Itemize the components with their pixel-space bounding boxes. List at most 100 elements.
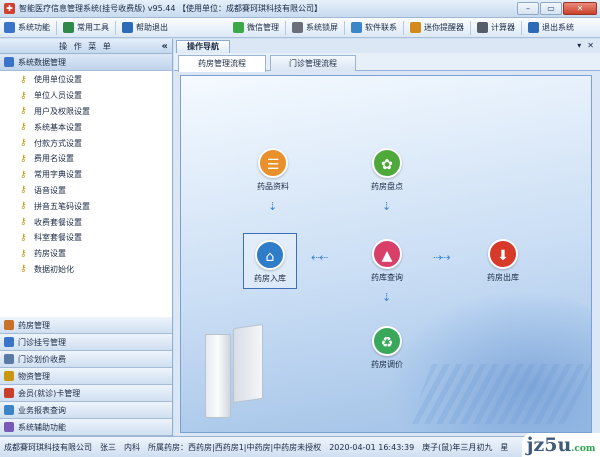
software-button[interactable]: 软件联系: [347, 19, 401, 37]
sidebar-section-list: 药房管理 门诊挂号管理 门诊划价收费 物资管理会员(就诊)卡管理 业务报表查询系统辅助功…: [0, 317, 172, 436]
watermark-text: jz5u: [526, 434, 572, 456]
recycle-icon: ♻: [372, 326, 402, 356]
toolbar-right-group: 微信管理 系统锁屏 软件联系 迷你提醒器 计算器 退出系统: [229, 19, 578, 37]
maximize-button[interactable]: ▭: [540, 2, 562, 15]
download-icon: ⬇: [488, 239, 518, 269]
sidebar-item[interactable]: ⚷ 用户及权限设置: [0, 104, 172, 120]
sidebar-item-label: 拼音五笔码设置: [34, 201, 90, 211]
flow-canvas: ☰ 药品资料 ✿ 药房盘点 ⌂ 药房入库 ▲ 药库查询 ⬇ 药房出库 ♻ 药房调…: [180, 75, 592, 433]
toolbar-label: 迷你提醒器: [424, 23, 464, 32]
wechat-icon: [233, 22, 244, 33]
node-label: 药房盘点: [371, 182, 403, 191]
sidebar-item[interactable]: ⚷ 单位人员设置: [0, 88, 172, 104]
key-icon: ⚷: [20, 185, 27, 196]
sidebar-section-label: 系统数据管理: [18, 57, 66, 67]
sidebar-header: 操 作 菜 单 «: [0, 39, 172, 54]
status-company: 成都賽珂琪科技有限公司: [4, 442, 92, 452]
flow-node-drug-info[interactable]: ☰ 药品资料: [243, 148, 303, 192]
sidebar-section[interactable]: 会员(就诊)卡管理: [0, 385, 172, 402]
sidebar-item[interactable]: ⚷ 数据初始化: [0, 262, 172, 278]
sidebar-item-label: 科室套餐设置: [34, 233, 82, 243]
toolbar-separator: [521, 20, 522, 35]
sidebar-section-system-data[interactable]: 系统数据管理: [0, 54, 172, 71]
sidebar-section[interactable]: 药房管理: [0, 317, 172, 334]
sidebar-item-label: 数据初始化: [34, 264, 74, 274]
key-icon: ⚷: [20, 248, 27, 259]
minimize-button[interactable]: –: [517, 2, 539, 15]
sidebar-item[interactable]: ⚷ 费用名设置: [0, 151, 172, 167]
sidebar-item[interactable]: ⚷ 收费套餐设置: [0, 214, 172, 230]
contact-icon: [351, 22, 362, 33]
flow-node-transfer[interactable]: ♻ 药房调价: [357, 326, 417, 370]
main-toolbar: 系统功能 常用工具 帮助退出 微信管理 系统锁屏 软件联系 迷你提醒器 计算器 退出系统: [0, 18, 600, 38]
sidebar-item-label: 用户及权限设置: [34, 106, 90, 116]
computer-illustration: [205, 323, 263, 421]
tab-operation-guide[interactable]: 操作导航: [176, 40, 230, 53]
sidebar-item-list: ⚷ 使用单位设置 ⚷ 单位人员设置 ⚷ 用户及权限设置 ⚷ 系统基本设置 ⚷ 付款方式设置 ⚷ 费用名…: [0, 71, 172, 277]
reminder-icon: [410, 22, 421, 33]
sidebar-section-label: 业务报表查询: [18, 405, 66, 415]
exit-button[interactable]: 退出系统: [524, 19, 578, 37]
flow-tab-strip: 药房管理流程 门诊管理流程: [174, 53, 600, 72]
flow-node-stock-in[interactable]: ⌂ 药房入库: [243, 233, 297, 289]
calculator-icon: [477, 22, 488, 33]
sidebar-item[interactable]: ⚷ 付款方式设置: [0, 135, 172, 151]
watermark-suffix: .com: [571, 444, 596, 454]
panel-menu-button[interactable]: ▾: [577, 41, 581, 50]
sidebar-section-label: 会员(就诊)卡管理: [18, 388, 81, 398]
key-icon: ⚷: [20, 169, 27, 180]
common-tools-button[interactable]: 常用工具: [59, 19, 113, 37]
sidebar-section[interactable]: 业务报表查询: [0, 402, 172, 419]
calculator-button[interactable]: 计算器: [473, 19, 519, 37]
key-icon: ⚷: [20, 122, 27, 133]
arrow-down-icon: ⇣: [268, 200, 277, 213]
tab-pharmacy-flow[interactable]: 药房管理流程: [178, 55, 266, 72]
node-label: 药房调价: [371, 360, 403, 369]
status-weekday: 星: [500, 442, 509, 452]
sidebar-item-label: 语音设置: [34, 185, 66, 195]
sidebar-item[interactable]: ⚷ 拼音五笔码设置: [0, 198, 172, 214]
status-dept: 内科: [124, 442, 140, 452]
sidebar-section[interactable]: 门诊挂号管理: [0, 334, 172, 351]
system-function-button[interactable]: 系统功能: [0, 19, 54, 37]
node-label: 药房入库: [254, 274, 286, 283]
flow-node-stock-query[interactable]: ▲ 药库查询: [357, 239, 417, 283]
chart-icon: ▲: [372, 239, 402, 269]
toolbar-label: 软件联系: [365, 23, 397, 32]
sidebar-item[interactable]: ⚷ 科室套餐设置: [0, 230, 172, 246]
sidebar-section[interactable]: 系统辅助功能: [0, 419, 172, 436]
arrow-left-icon: ⇠⇠: [311, 251, 328, 264]
lock-icon: [292, 22, 303, 33]
section-icon: [4, 405, 14, 415]
sidebar: 操 作 菜 单 « 系统数据管理 ⚷ 使用单位设置 ⚷ 单位人员设置 ⚷ 用户及权限设置 ⚷…: [0, 39, 173, 436]
tab-clinic-flow[interactable]: 门诊管理流程: [270, 55, 356, 71]
sidebar-item[interactable]: ⚷ 语音设置: [0, 183, 172, 199]
key-icon: ⚷: [20, 138, 27, 149]
help-exit-button[interactable]: 帮助退出: [118, 19, 172, 37]
section-icon: [4, 371, 14, 381]
status-pharmacy: 所属药房：西药房|西药房1|中药房|中药房未授权: [148, 442, 322, 452]
sidebar-item[interactable]: ⚷ 系统基本设置: [0, 119, 172, 135]
wheel-icon: ✿: [372, 148, 402, 178]
panel-close-button[interactable]: ✕: [587, 41, 594, 50]
sidebar-section[interactable]: 门诊划价收费: [0, 351, 172, 368]
sidebar-section[interactable]: 物资管理: [0, 368, 172, 385]
close-button[interactable]: ✕: [563, 2, 597, 15]
sidebar-collapse-button[interactable]: «: [162, 39, 168, 54]
flow-node-stock-check[interactable]: ✿ 药房盘点: [357, 148, 417, 192]
key-icon: ⚷: [20, 232, 27, 243]
sidebar-item[interactable]: ⚷ 常用字典设置: [0, 167, 172, 183]
key-icon: ⚷: [20, 90, 27, 101]
wechat-button[interactable]: 微信管理: [229, 19, 283, 37]
section-icon: [4, 354, 14, 364]
sidebar-item[interactable]: ⚷ 药房设置: [0, 246, 172, 262]
flow-node-stock-out[interactable]: ⬇ 药房出库: [473, 239, 533, 283]
section-icon: [4, 337, 14, 347]
sidebar-item[interactable]: ⚷ 使用单位设置: [0, 72, 172, 88]
lock-button[interactable]: 系统锁屏: [288, 19, 342, 37]
reminder-button[interactable]: 迷你提醒器: [406, 19, 468, 37]
toolbar-label: 帮助退出: [136, 23, 168, 32]
sidebar-item-label: 使用单位设置: [34, 75, 82, 85]
status-bar: 成都賽珂琪科技有限公司 张三 内科 所属药房：西药房|西药房1|中药房|中药房未…: [0, 436, 600, 457]
sidebar-item-label: 付款方式设置: [34, 138, 82, 148]
